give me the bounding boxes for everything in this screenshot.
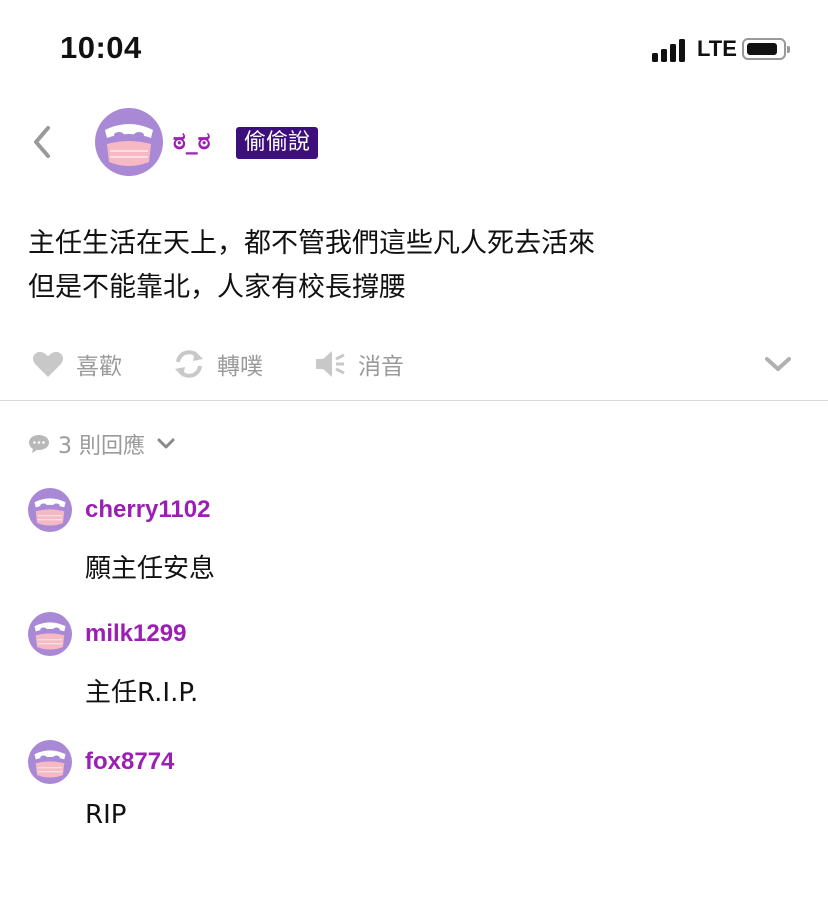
masked-face-icon	[95, 108, 163, 176]
chevron-left-icon	[34, 126, 50, 158]
comment-item: milk1299 主任R.I.P.	[28, 612, 808, 712]
comment-text: 願主任安息	[85, 554, 216, 584]
back-button[interactable]	[26, 120, 62, 164]
reply-count-label: 3 則回應	[58, 434, 145, 459]
repost-label: 轉噗	[217, 354, 263, 380]
post-actions-bar: 喜歡 轉噗 消音	[0, 340, 828, 388]
post-line: 主任生活在天上，都不管我們這些凡人死去活來	[28, 228, 595, 259]
battery-icon	[742, 38, 790, 60]
comment-author[interactable]: cherry1102	[85, 496, 210, 524]
status-time: 10:04	[60, 30, 142, 65]
comment-author[interactable]: fox8774	[85, 748, 174, 776]
network-type: LTE	[697, 36, 737, 61]
like-label: 喜歡	[76, 354, 122, 380]
repost-button[interactable]: 轉噗	[173, 340, 263, 388]
reply-count-toggle[interactable]: 3 則回應	[28, 428, 185, 460]
chevron-down-icon	[765, 357, 791, 371]
comment-author[interactable]: milk1299	[85, 620, 186, 648]
comment-text: 主任R.I.P.	[85, 678, 199, 708]
chevron-down-icon	[157, 438, 175, 449]
comment-avatar[interactable]	[28, 612, 72, 656]
masked-face-icon	[28, 488, 72, 532]
comment-item: cherry1102 願主任安息	[28, 488, 808, 588]
post-type-badge: 偷偷說	[236, 127, 319, 159]
comment-avatar[interactable]	[28, 488, 72, 532]
expand-menu-button[interactable]	[762, 352, 794, 376]
mute-button[interactable]: 消音	[314, 340, 404, 388]
divider	[0, 400, 828, 401]
masked-face-icon	[28, 740, 72, 784]
speech-bubble-icon	[29, 435, 49, 453]
comment-text: RIP	[85, 800, 127, 830]
status-bar: 10:04 LTE	[0, 0, 828, 100]
speaker-mute-icon	[316, 351, 345, 377]
refresh-icon	[175, 350, 203, 378]
mute-label: 消音	[358, 354, 404, 380]
like-button[interactable]: 喜歡	[32, 340, 122, 388]
post-line: 但是不能靠北，人家有校長撐腰	[28, 272, 406, 303]
cellular-signal-icon	[652, 38, 692, 62]
heart-icon	[33, 351, 63, 377]
comment-item: fox8774 RIP	[28, 740, 808, 840]
masked-face-icon	[28, 612, 72, 656]
comment-avatar[interactable]	[28, 740, 72, 784]
post-content: 主任生活在天上，都不管我們這些凡人死去活來 但是不能靠北，人家有校長撐腰	[28, 222, 595, 310]
post-author-avatar[interactable]	[95, 108, 163, 176]
post-author-name[interactable]: ಠ_ಠ	[173, 127, 210, 155]
